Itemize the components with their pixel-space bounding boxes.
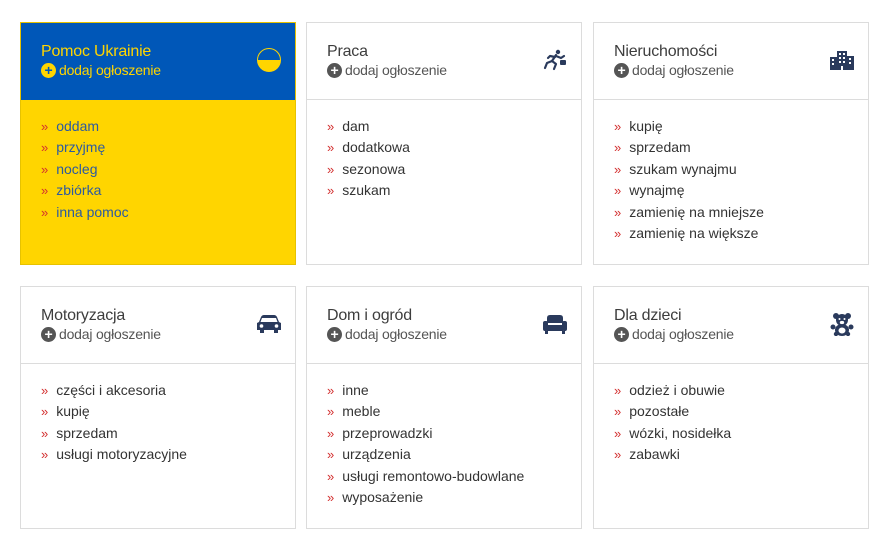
list-item[interactable]: » szukam bbox=[327, 180, 581, 201]
add-listing-label[interactable]: dodaj ogłoszenie bbox=[59, 326, 161, 343]
list-item[interactable]: » wózki, nosidełka bbox=[614, 423, 868, 444]
plus-circle-icon: + bbox=[41, 63, 56, 78]
list-item[interactable]: » kupię bbox=[614, 116, 868, 137]
category-header[interactable]: Praca + dodaj ogłoszenie bbox=[307, 23, 581, 100]
car-icon bbox=[255, 311, 283, 337]
list-item[interactable]: » oddam bbox=[41, 116, 295, 137]
add-listing-label[interactable]: dodaj ogłoszenie bbox=[345, 326, 447, 343]
list-item[interactable]: » sprzedam bbox=[614, 137, 868, 158]
list-item[interactable]: » usługi remontowo-budowlane bbox=[327, 466, 581, 487]
list-item[interactable]: » urządzenia bbox=[327, 444, 581, 465]
add-listing-label[interactable]: dodaj ogłoszenie bbox=[345, 62, 447, 79]
plus-circle-icon: + bbox=[614, 327, 629, 342]
plus-circle-icon: + bbox=[614, 63, 629, 78]
category-items: » inne » meble » przeprowadzki » urządzenia … bbox=[307, 364, 581, 508]
category-card-praca: Praca + dodaj ogłoszenie » dam » dodatkowa… bbox=[306, 22, 582, 265]
category-items: » części i akcesoria » kupię » sprzedam » us… bbox=[21, 364, 295, 466]
list-item[interactable]: » zamienię na większe bbox=[614, 223, 868, 244]
buildings-icon bbox=[828, 47, 856, 73]
category-card-nieruchomosci: Nieruchomości + dodaj ogłoszenie » kupię… bbox=[593, 22, 869, 265]
list-item[interactable]: » kupię bbox=[41, 401, 295, 422]
running-man-icon bbox=[541, 47, 569, 73]
add-listing-label[interactable]: dodaj ogłoszenie bbox=[632, 62, 734, 79]
category-card-pomoc-ukrainie: Pomoc Ukrainie + dodaj ogłoszenie » oddam… bbox=[20, 22, 296, 265]
category-card-motoryzacja: Motoryzacja + dodaj ogłoszenie » części i… bbox=[20, 286, 296, 529]
list-item[interactable]: » zamienię na mniejsze bbox=[614, 202, 868, 223]
ukraine-flag-icon bbox=[255, 47, 283, 73]
list-item[interactable]: » szukam wynajmu bbox=[614, 159, 868, 180]
list-item[interactable]: » odzież i obuwie bbox=[614, 380, 868, 401]
list-item[interactable]: » sezonowa bbox=[327, 159, 581, 180]
plus-circle-icon: + bbox=[41, 327, 56, 342]
category-header[interactable]: Dom i ogród + dodaj ogłoszenie bbox=[307, 287, 581, 364]
category-card-dla-dzieci: Dla dzieci + dodaj ogłoszenie » odzież i… bbox=[593, 286, 869, 529]
list-item[interactable]: » usługi motoryzacyjne bbox=[41, 444, 295, 465]
list-item[interactable]: » wynajmę bbox=[614, 180, 868, 201]
list-item[interactable]: » zbiórka bbox=[41, 180, 295, 201]
category-items: » oddam » przyjmę » nocleg » zbiórka » inna p… bbox=[21, 100, 295, 223]
list-item[interactable]: » dam bbox=[327, 116, 581, 137]
plus-circle-icon: + bbox=[327, 327, 342, 342]
category-header[interactable]: Nieruchomości + dodaj ogłoszenie bbox=[594, 23, 868, 100]
list-item[interactable]: » inne bbox=[327, 380, 581, 401]
list-item[interactable]: » nocleg bbox=[41, 159, 295, 180]
list-item[interactable]: » meble bbox=[327, 401, 581, 422]
list-item[interactable]: » wyposażenie bbox=[327, 487, 581, 508]
list-item[interactable]: » części i akcesoria bbox=[41, 380, 295, 401]
list-item[interactable]: » sprzedam bbox=[41, 423, 295, 444]
category-header[interactable]: Dla dzieci + dodaj ogłoszenie bbox=[594, 287, 868, 364]
category-header[interactable]: Pomoc Ukrainie + dodaj ogłoszenie bbox=[21, 23, 295, 100]
list-item[interactable]: » pozostałe bbox=[614, 401, 868, 422]
list-item[interactable]: » dodatkowa bbox=[327, 137, 581, 158]
teddy-bear-icon bbox=[828, 311, 856, 337]
add-listing-label[interactable]: dodaj ogłoszenie bbox=[59, 62, 161, 79]
list-item[interactable]: » zabawki bbox=[614, 444, 868, 465]
list-item[interactable]: » przyjmę bbox=[41, 137, 295, 158]
category-header[interactable]: Motoryzacja + dodaj ogłoszenie bbox=[21, 287, 295, 364]
category-items: » kupię » sprzedam » szukam wynajmu » wynajm… bbox=[594, 100, 868, 244]
add-listing-label[interactable]: dodaj ogłoszenie bbox=[632, 326, 734, 343]
armchair-icon bbox=[541, 311, 569, 337]
category-items: » dam » dodatkowa » sezonowa » szukam bbox=[307, 100, 581, 202]
category-card-dom-i-ogrod: Dom i ogród + dodaj ogłoszenie » inne » me… bbox=[306, 286, 582, 529]
plus-circle-icon: + bbox=[327, 63, 342, 78]
list-item[interactable]: » przeprowadzki bbox=[327, 423, 581, 444]
category-items: » odzież i obuwie » pozostałe » wózki, nosi… bbox=[594, 364, 868, 466]
list-item[interactable]: » inna pomoc bbox=[41, 202, 295, 223]
